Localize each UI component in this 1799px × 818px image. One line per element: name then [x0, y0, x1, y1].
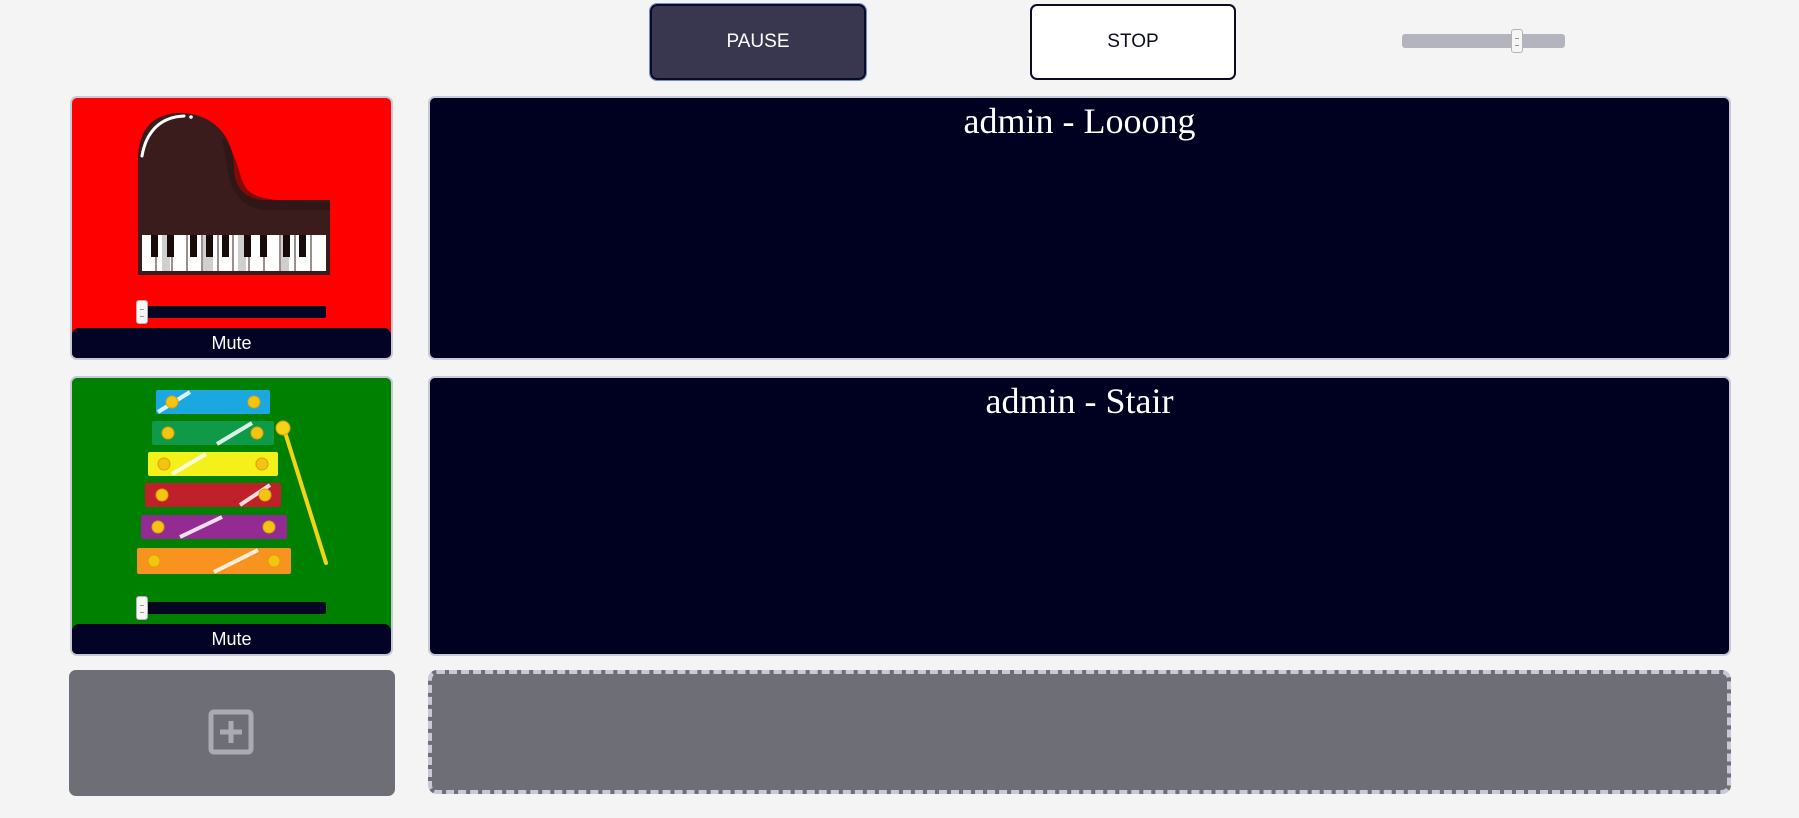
piano-volume-thumb[interactable] [136, 300, 148, 324]
stop-button[interactable]: STOP [1030, 4, 1236, 80]
xylophone-volume-slider[interactable] [136, 596, 326, 620]
piano-icon [138, 112, 330, 275]
piano-volume-slider[interactable] [136, 300, 326, 324]
piano-mute-button[interactable]: Mute [72, 328, 391, 358]
track-panel[interactable]: admin - Looong [428, 96, 1731, 360]
master-volume-thumb[interactable] [1511, 29, 1523, 53]
empty-track-dropzone[interactable] [428, 670, 1731, 794]
add-instrument-button[interactable] [69, 670, 395, 796]
track-panel[interactable]: admin - Stair [428, 376, 1731, 656]
xylophone-icon [137, 390, 328, 574]
track-title: admin - Stair [985, 381, 1174, 421]
track-title: admin - Looong [963, 101, 1196, 141]
master-volume-slider[interactable] [1402, 29, 1565, 53]
xylophone-mute-button[interactable]: Mute [72, 624, 391, 654]
pause-button[interactable]: PAUSE [649, 3, 867, 81]
plus-square-icon [208, 709, 254, 755]
instrument-card-piano: Mute [70, 96, 393, 360]
xylophone-volume-thumb[interactable] [136, 596, 148, 620]
transport-bar: PAUSE STOP [0, 0, 1799, 90]
instrument-card-xylophone: Mute [70, 376, 393, 656]
master-volume-track [1402, 34, 1565, 48]
